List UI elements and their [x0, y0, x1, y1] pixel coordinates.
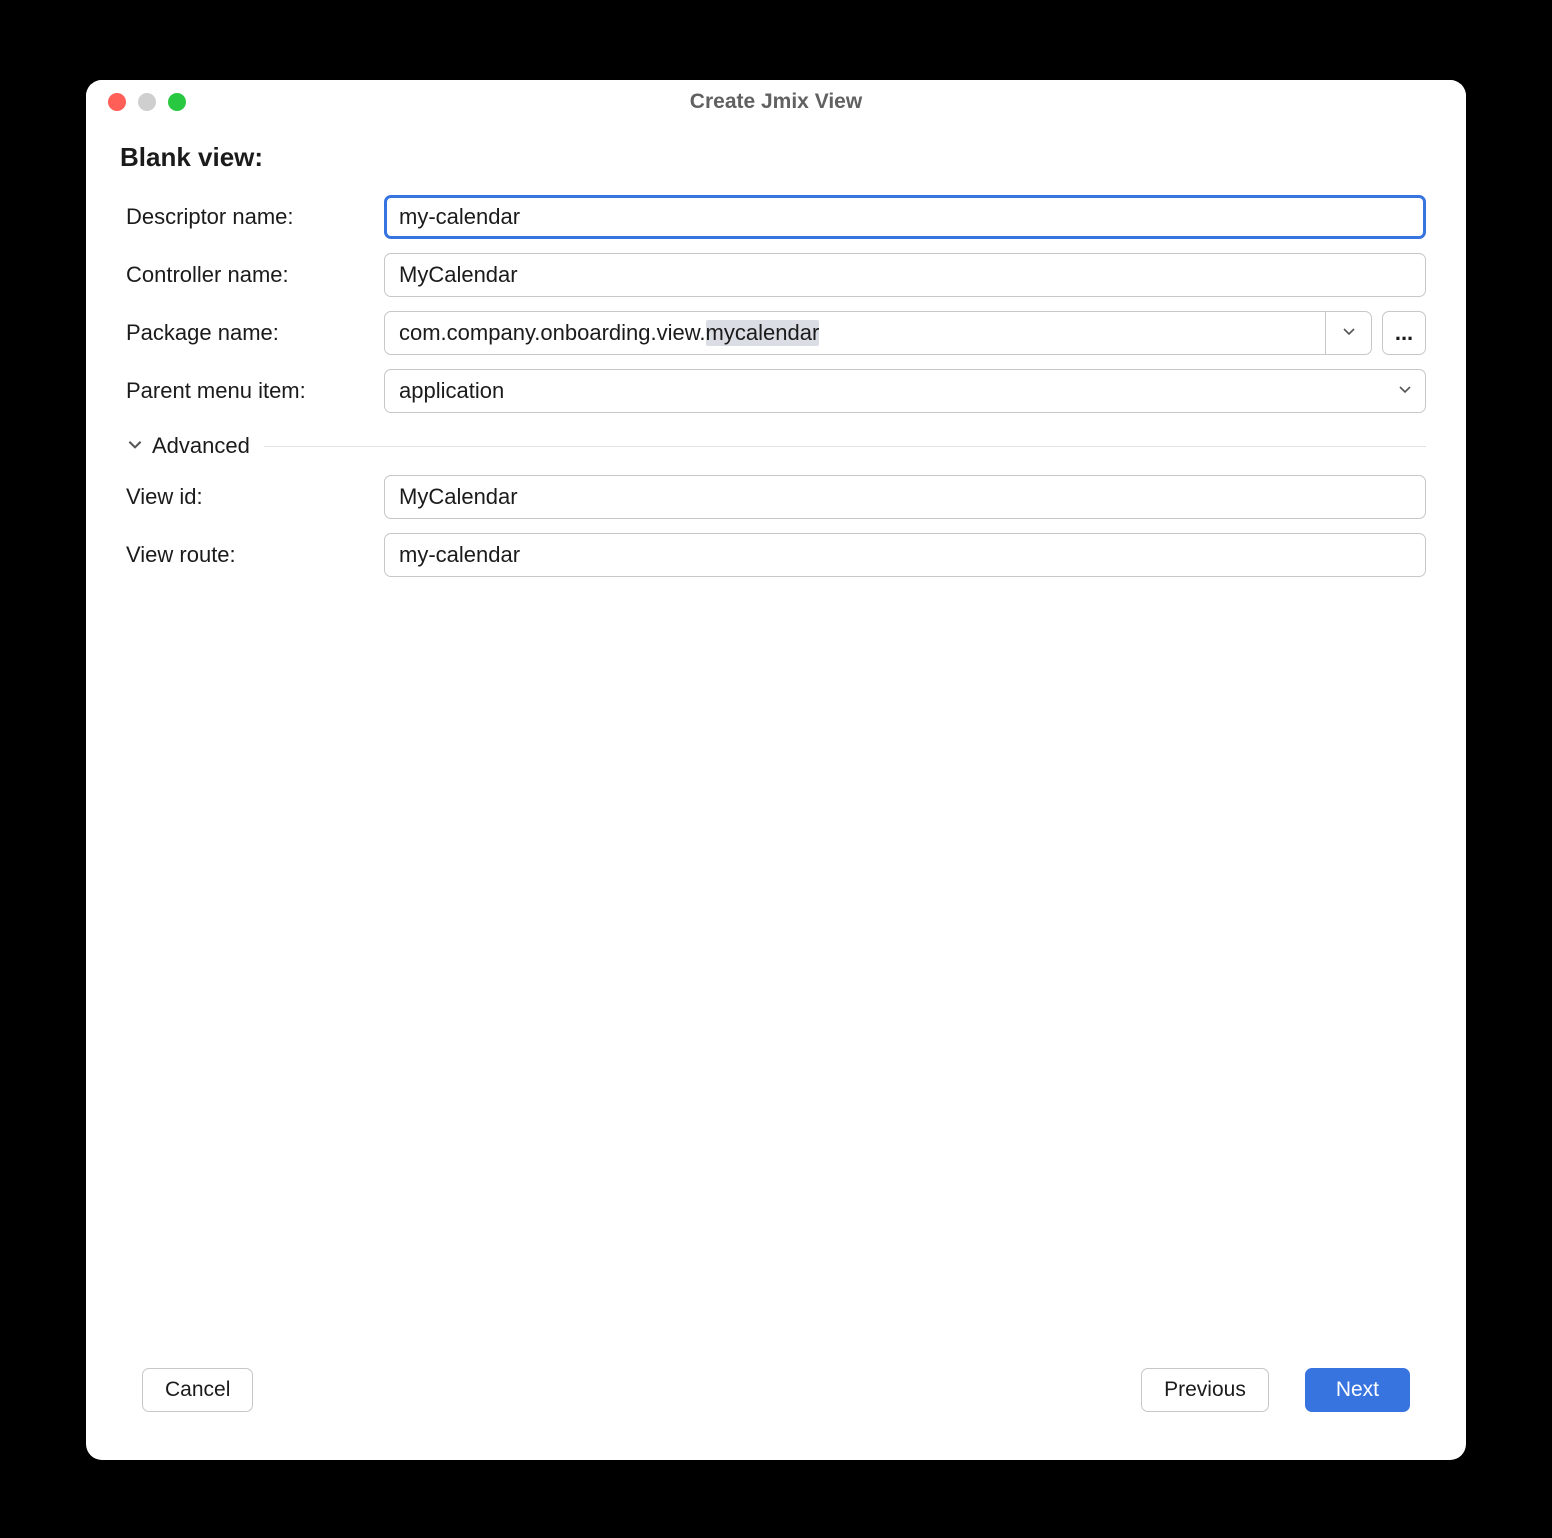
row-view-route: View route: my-calendar	[126, 533, 1426, 577]
chevron-down-icon	[1397, 381, 1413, 402]
descriptor-name-input[interactable]: my-calendar	[384, 195, 1426, 239]
page-title: Blank view:	[120, 142, 1426, 173]
dialog-footer: Cancel Previous Next	[86, 1360, 1466, 1460]
previous-button-label: Previous	[1164, 1378, 1246, 1402]
controller-name-value: MyCalendar	[399, 262, 518, 288]
cancel-button-label: Cancel	[165, 1378, 230, 1402]
advanced-section-header: Advanced	[126, 433, 1426, 459]
title-bar: Create Jmix View	[86, 80, 1466, 124]
view-route-value: my-calendar	[399, 542, 520, 568]
package-name-group: com.company.onboarding.view.mycalendar .…	[384, 311, 1426, 355]
row-package-name: Package name: com.company.onboarding.vie…	[126, 311, 1426, 355]
window-title: Create Jmix View	[86, 90, 1466, 114]
label-view-route: View route:	[126, 542, 374, 568]
view-id-value: MyCalendar	[399, 484, 518, 510]
parent-menu-chevron	[1385, 381, 1425, 402]
row-parent-menu-item: Parent menu item: application	[126, 369, 1426, 413]
divider	[264, 446, 1426, 447]
view-id-input[interactable]: MyCalendar	[384, 475, 1426, 519]
dialog-window: Create Jmix View Blank view: Descriptor …	[86, 80, 1466, 1460]
previous-button[interactable]: Previous	[1141, 1368, 1269, 1412]
label-controller-name: Controller name:	[126, 262, 374, 288]
label-package-name: Package name:	[126, 320, 374, 346]
chevron-down-icon	[126, 435, 144, 458]
advanced-toggle[interactable]: Advanced	[126, 433, 250, 459]
descriptor-name-value: my-calendar	[399, 204, 520, 230]
view-route-input[interactable]: my-calendar	[384, 533, 1426, 577]
row-controller-name: Controller name: MyCalendar	[126, 253, 1426, 297]
dialog-content: Blank view: Descriptor name: my-calendar…	[86, 124, 1466, 1360]
parent-menu-item-select[interactable]: application	[384, 369, 1426, 413]
parent-menu-item-value: application	[385, 378, 1385, 404]
chevron-down-icon	[1341, 323, 1357, 344]
next-button[interactable]: Next	[1305, 1368, 1410, 1412]
package-name-dropdown-button[interactable]	[1325, 312, 1371, 354]
package-name-combobox[interactable]: com.company.onboarding.view.mycalendar	[384, 311, 1372, 355]
row-view-id: View id: MyCalendar	[126, 475, 1426, 519]
package-prefix: com.company.onboarding.view.	[399, 320, 706, 346]
package-name-value: com.company.onboarding.view.mycalendar	[385, 312, 1325, 354]
package-highlighted-segment: mycalendar	[706, 320, 820, 346]
next-button-label: Next	[1336, 1378, 1379, 1402]
label-view-id: View id:	[126, 484, 374, 510]
label-descriptor-name: Descriptor name:	[126, 204, 374, 230]
package-browse-button[interactable]: ...	[1382, 311, 1426, 355]
ellipsis-icon: ...	[1395, 320, 1413, 346]
advanced-label: Advanced	[152, 433, 250, 459]
row-descriptor-name: Descriptor name: my-calendar	[126, 195, 1426, 239]
cancel-button[interactable]: Cancel	[142, 1368, 253, 1412]
label-parent-menu-item: Parent menu item:	[126, 378, 374, 404]
controller-name-input[interactable]: MyCalendar	[384, 253, 1426, 297]
